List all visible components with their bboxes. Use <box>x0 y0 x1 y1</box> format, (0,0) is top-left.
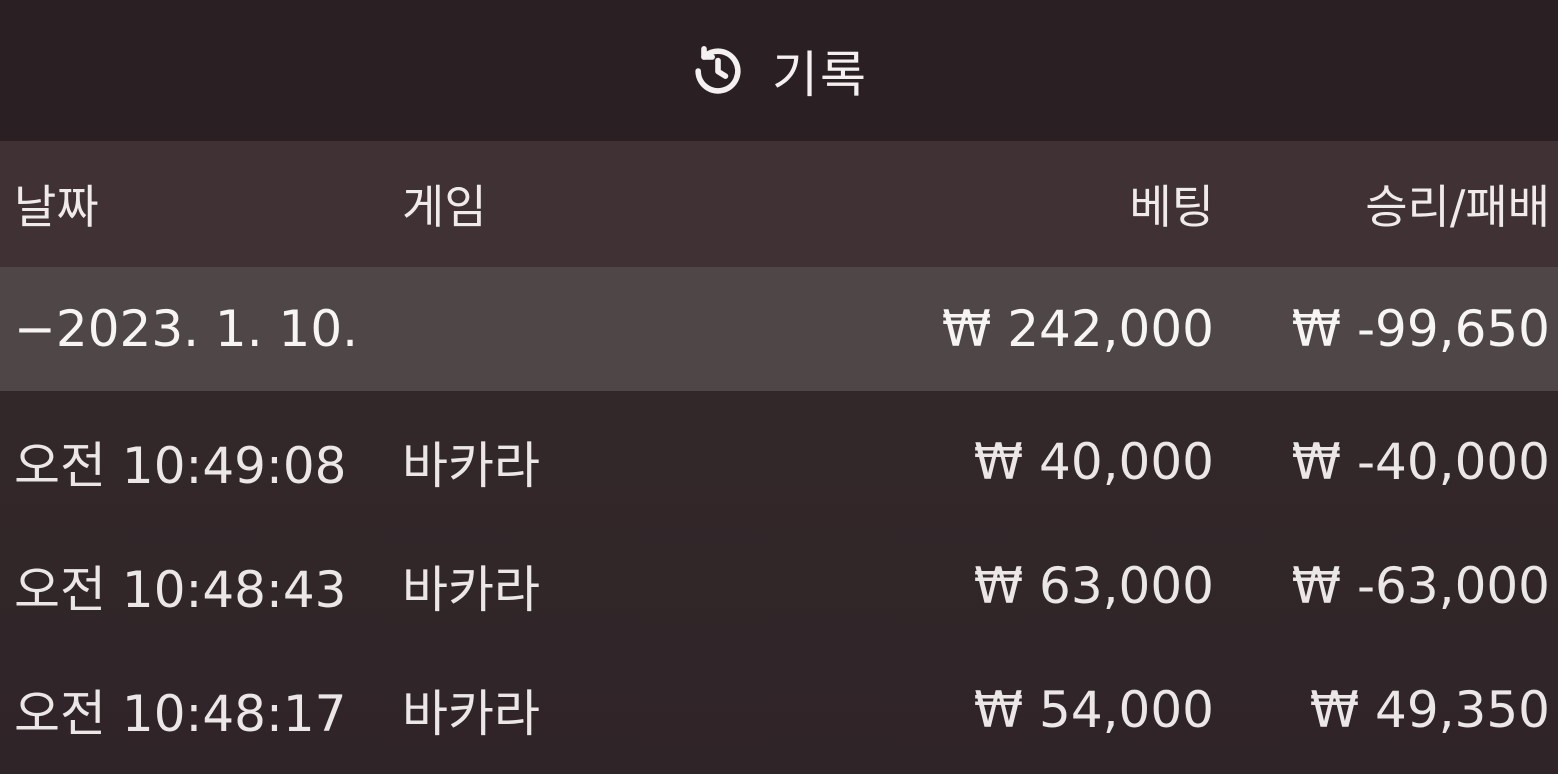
group-total-bet: ₩ 242,000 <box>941 300 1214 358</box>
column-header-date[interactable]: 날짜 <box>14 141 99 267</box>
row-bet: ₩ 54,000 <box>973 681 1214 739</box>
row-time: 오전 10:49:08 <box>14 437 347 495</box>
row-game: 바카라 <box>402 437 540 495</box>
row-time: 오전 10:48:43 <box>14 561 347 619</box>
row-bet: ₩ 40,000 <box>973 433 1214 491</box>
page-title: 기록 <box>772 45 868 104</box>
table-header: 날짜 게임 베팅 승리/패배 <box>0 141 1558 267</box>
history-icon <box>690 43 746 99</box>
group-date: −2023. 1. 10. <box>14 300 359 358</box>
column-header-result[interactable]: 승리/패배 <box>1365 141 1550 267</box>
column-header-bet[interactable]: 베팅 <box>1129 141 1214 267</box>
row-game: 바카라 <box>402 685 540 743</box>
row-time: 오전 10:48:17 <box>14 685 347 743</box>
group-total-result: ₩ -99,650 <box>1291 300 1550 358</box>
row-bet: ₩ 63,000 <box>973 557 1214 615</box>
date-group-row[interactable]: −2023. 1. 10. ₩ 242,000 ₩ -99,650 <box>0 267 1558 391</box>
row-result: ₩ 49,350 <box>1309 681 1550 739</box>
table-row[interactable]: 오전 10:48:17 바카라 ₩ 54,000 ₩ 49,350 <box>0 648 1558 772</box>
history-screen: 기록 날짜 게임 베팅 승리/패배 −2023. 1. 10. ₩ 242,00… <box>0 0 1558 774</box>
row-result: ₩ -63,000 <box>1291 557 1550 615</box>
table-row[interactable]: 오전 10:49:08 바카라 ₩ 40,000 ₩ -40,000 <box>0 400 1558 524</box>
table-row[interactable]: 오전 10:48:43 바카라 ₩ 63,000 ₩ -63,000 <box>0 524 1558 648</box>
history-header: 기록 <box>0 0 1558 141</box>
column-header-game[interactable]: 게임 <box>402 141 487 267</box>
row-result: ₩ -40,000 <box>1291 433 1550 491</box>
row-game: 바카라 <box>402 561 540 619</box>
